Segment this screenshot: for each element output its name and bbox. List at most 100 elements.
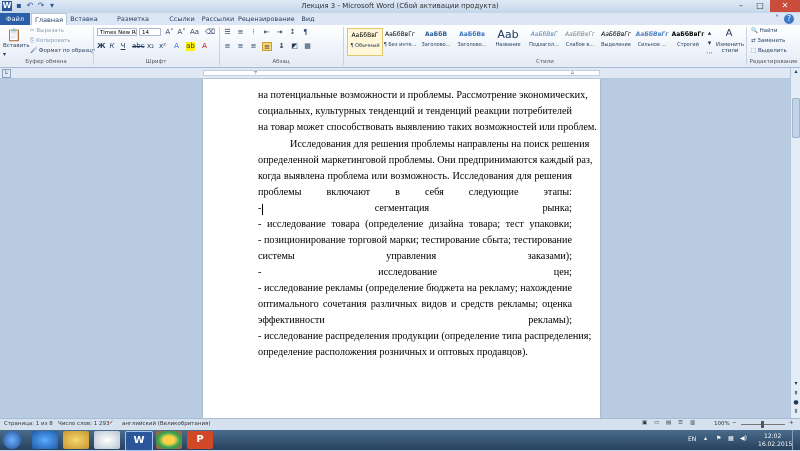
style-subtitle[interactable]: АаБбВвГ Подзагол... <box>527 28 561 54</box>
align-right-icon[interactable]: ≡ <box>249 42 258 51</box>
vertical-scrollbar[interactable]: ▴ ▾ ⇞ ● ⇟ <box>790 68 800 418</box>
language-indicator[interactable]: английский (Великобритания) <box>122 421 211 427</box>
full-screen-icon[interactable]: ▭ <box>654 420 659 426</box>
bullets-icon[interactable]: ☰ <box>223 28 232 37</box>
ruler-indent-marker[interactable]: ▿ <box>254 69 257 76</box>
maximize-button[interactable]: □ <box>750 0 770 12</box>
styles-scroll-up-icon[interactable]: ▴ <box>706 29 713 38</box>
powerpoint-icon[interactable]: P <box>187 431 213 449</box>
tab-references[interactable]: Ссылки <box>165 13 199 25</box>
justify-icon[interactable]: ≡ <box>262 42 272 51</box>
document-line[interactable]: - исследование рекламы (определение бюдж… <box>258 281 572 297</box>
document-line[interactable]: Исследования для решения проблемы направ… <box>290 137 589 153</box>
change-case-icon[interactable]: Aa <box>190 28 199 37</box>
document-line[interactable]: эффективности рекламы); <box>258 313 572 329</box>
document-line[interactable]: социальных, культурных тенденций и тенде… <box>258 104 572 120</box>
print-layout-icon[interactable]: ▣ <box>642 420 647 426</box>
minimize-button[interactable]: – <box>731 0 751 12</box>
tab-home[interactable]: Главная <box>31 13 67 25</box>
previous-page-icon[interactable]: ⇞ <box>792 390 800 398</box>
chrome-icon[interactable] <box>156 431 182 449</box>
zoom-out-icon[interactable]: − <box>732 420 737 426</box>
scroll-down-icon[interactable]: ▾ <box>792 380 800 388</box>
paste-dropdown-icon[interactable]: ▾ <box>3 51 6 58</box>
tab-insert[interactable]: Вставка <box>67 13 101 25</box>
outline-icon[interactable]: ☰ <box>678 420 683 426</box>
underline-button[interactable]: Ч <box>119 42 127 51</box>
tab-page-layout[interactable]: Разметка страницы <box>103 13 163 35</box>
increase-indent-icon[interactable]: ⇥ <box>275 28 284 37</box>
borders-icon[interactable]: ▦ <box>303 42 312 51</box>
horizontal-ruler[interactable]: ▿ ▵ L <box>0 68 800 79</box>
zoom-in-icon[interactable]: + <box>789 420 794 426</box>
show-formatting-icon[interactable]: ¶ <box>301 28 310 37</box>
document-line[interactable]: - сегментация рынка; <box>258 201 572 217</box>
document-line[interactable]: - исследование товара (определение дизай… <box>258 217 572 233</box>
font-name-combo[interactable]: Times New Ro <box>97 28 137 36</box>
show-desktop-button[interactable] <box>792 430 800 450</box>
italic-button[interactable]: К <box>108 42 116 51</box>
page-count[interactable]: Страница: 1 из 8 <box>4 421 53 427</box>
align-left-icon[interactable]: ≡ <box>223 42 232 51</box>
start-button-icon[interactable] <box>3 431 21 449</box>
draft-icon[interactable]: ▥ <box>690 420 695 426</box>
shrink-font-icon[interactable]: A˅ <box>177 28 186 37</box>
input-language[interactable]: EN <box>688 436 696 443</box>
text-effects-icon[interactable]: A <box>172 42 181 51</box>
paste-icon[interactable]: 📋 <box>4 28 24 42</box>
ribbon-minimize-icon[interactable]: ˄ <box>772 14 782 24</box>
document-line[interactable]: на товар может способствовать выявлению … <box>258 120 597 136</box>
select-button[interactable]: ⬚ Выделить <box>751 48 787 54</box>
style-intense-emphasis[interactable]: АаБбВвГг Сильное ... <box>635 28 669 54</box>
zoom-slider-thumb[interactable] <box>761 421 764 428</box>
volume-icon[interactable]: ◀) <box>740 435 747 442</box>
tab-selector-icon[interactable]: L <box>2 69 11 78</box>
document-line[interactable]: - позиционирование торговой марки; тести… <box>258 233 572 249</box>
change-styles-button[interactable]: Изменить стили <box>715 42 745 54</box>
style-subtle-emphasis[interactable]: АаБбВеГг Слабое в... <box>563 28 597 54</box>
zoom-level[interactable]: 100% <box>714 421 730 427</box>
browse-object-icon[interactable]: ● <box>792 399 800 407</box>
tab-view[interactable]: Вид <box>296 13 320 25</box>
style-normal[interactable]: АаБбВвГ ¶ Обычный <box>347 28 383 56</box>
numbering-icon[interactable]: ≡ <box>236 28 245 37</box>
copy-button[interactable]: ⎘ Копировать <box>30 38 71 45</box>
web-layout-icon[interactable]: ▤ <box>666 420 671 426</box>
style-heading-2[interactable]: АаБбВв Заголово... <box>455 28 489 54</box>
document-line[interactable]: - исследование цен; <box>258 265 572 281</box>
font-size-combo[interactable]: 14 <box>139 28 161 36</box>
clock-date[interactable]: 16.02.2015 <box>758 441 792 448</box>
clear-formatting-icon[interactable]: ⌫ <box>205 28 215 37</box>
decrease-indent-icon[interactable]: ⇤ <box>262 28 271 37</box>
clock-time[interactable]: 12:02 <box>764 433 781 440</box>
word-taskbar-icon[interactable]: W <box>125 431 153 451</box>
style-strong[interactable]: АаБбВвГг Строгий <box>671 28 705 54</box>
document-line[interactable]: системы управления заказами); <box>258 249 572 265</box>
document-line[interactable]: определение расположения розничных и опт… <box>258 345 572 361</box>
ruler-right-indent-marker[interactable]: ▵ <box>571 69 574 76</box>
style-heading-1[interactable]: АаБбВ Заголово... <box>419 28 453 54</box>
file-explorer-icon[interactable] <box>63 431 89 449</box>
shading-icon[interactable]: ◩ <box>290 42 299 51</box>
document-line[interactable]: оптимального сочетания различных видов и… <box>258 297 572 313</box>
line-spacing-icon[interactable]: ↨ <box>277 42 286 51</box>
help-icon[interactable]: ? <box>784 14 794 24</box>
change-styles-icon[interactable]: A <box>720 28 738 40</box>
strikethrough-button[interactable]: abc <box>132 42 145 51</box>
tab-review[interactable]: Рецензирование <box>238 13 295 25</box>
styles-scroll-down-icon[interactable]: ▾ <box>706 39 713 48</box>
media-player-icon[interactable] <box>94 431 120 449</box>
replace-button[interactable]: ⇄ Заменить <box>751 38 785 44</box>
multilevel-list-icon[interactable]: ⁝ <box>249 28 258 37</box>
scroll-up-icon[interactable]: ▴ <box>792 68 800 76</box>
align-center-icon[interactable]: ≡ <box>236 42 245 51</box>
font-color-icon[interactable]: A <box>200 42 209 51</box>
document-line[interactable]: на потенциальные возможности и проблемы.… <box>258 88 588 104</box>
document-line[interactable]: - исследование распределения продукции (… <box>258 329 591 345</box>
paste-button[interactable]: Вставить <box>3 43 30 49</box>
flag-icon[interactable]: ⚑ <box>716 435 721 442</box>
document-line[interactable]: проблемы включают в себя следующие этапы… <box>258 185 572 201</box>
subscript-button[interactable]: x₂ <box>146 42 155 51</box>
style-title[interactable]: Aab Название <box>491 28 525 54</box>
close-button[interactable]: ✕ <box>770 0 800 12</box>
